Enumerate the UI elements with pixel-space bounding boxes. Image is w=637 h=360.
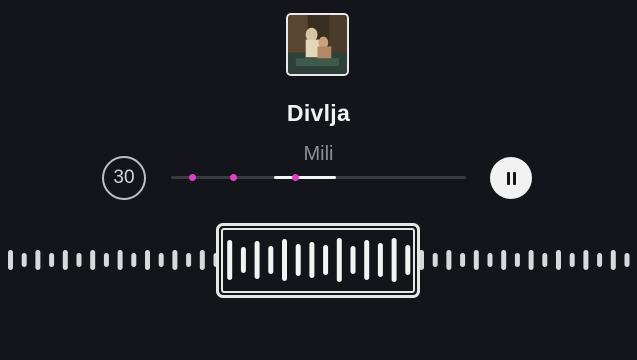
waveform-bar [158,253,164,267]
waveform-bar [145,250,150,270]
waveform-bar [556,250,561,270]
waveform-bar [583,250,589,270]
progress-marker[interactable] [188,174,196,181]
waveform-bar [186,253,192,267]
waveform-bar [35,250,41,270]
waveform-bar [487,253,493,267]
waveform-bar [117,250,123,270]
waveform-bar [473,250,479,270]
waveform-bar [62,250,68,270]
waveform-bar [460,253,466,267]
progress-played [274,176,337,179]
waveform-bar [131,253,137,267]
skip-back-30-button[interactable]: 30 [102,156,146,200]
waveform-bar [90,250,96,270]
waveform-bar [432,253,438,267]
waveform-bar [172,250,178,270]
waveform-bar [49,253,55,267]
waveform-bar [446,250,452,270]
waveform-bar [542,253,548,267]
waveform-bar [21,253,27,267]
waveform-bar [76,253,82,267]
track-title: Divlja [286,100,351,126]
album-art-image [288,15,347,74]
waveform-bar [610,250,616,270]
waveform-bar [501,250,507,270]
skip-back-label: 30 [113,167,135,188]
pause-icon-bar [512,171,516,185]
progress-bar[interactable] [171,174,466,181]
waveform-bar [528,250,534,270]
track-artist[interactable]: Mili [0,143,637,166]
album-cover[interactable] [286,13,349,76]
selection-frame-inner [221,228,415,293]
pause-button[interactable] [490,157,532,199]
waveform-bar [624,253,630,267]
progress-marker[interactable] [291,174,299,181]
waveform-bar [569,253,575,267]
progress-marker[interactable] [229,174,237,181]
pause-icon-bar [506,171,510,185]
waveform-bar [597,253,603,267]
waveform-bar [199,250,205,270]
waveform-bar [8,250,13,270]
waveform-bar [103,253,109,267]
waveform-bar [514,253,520,267]
